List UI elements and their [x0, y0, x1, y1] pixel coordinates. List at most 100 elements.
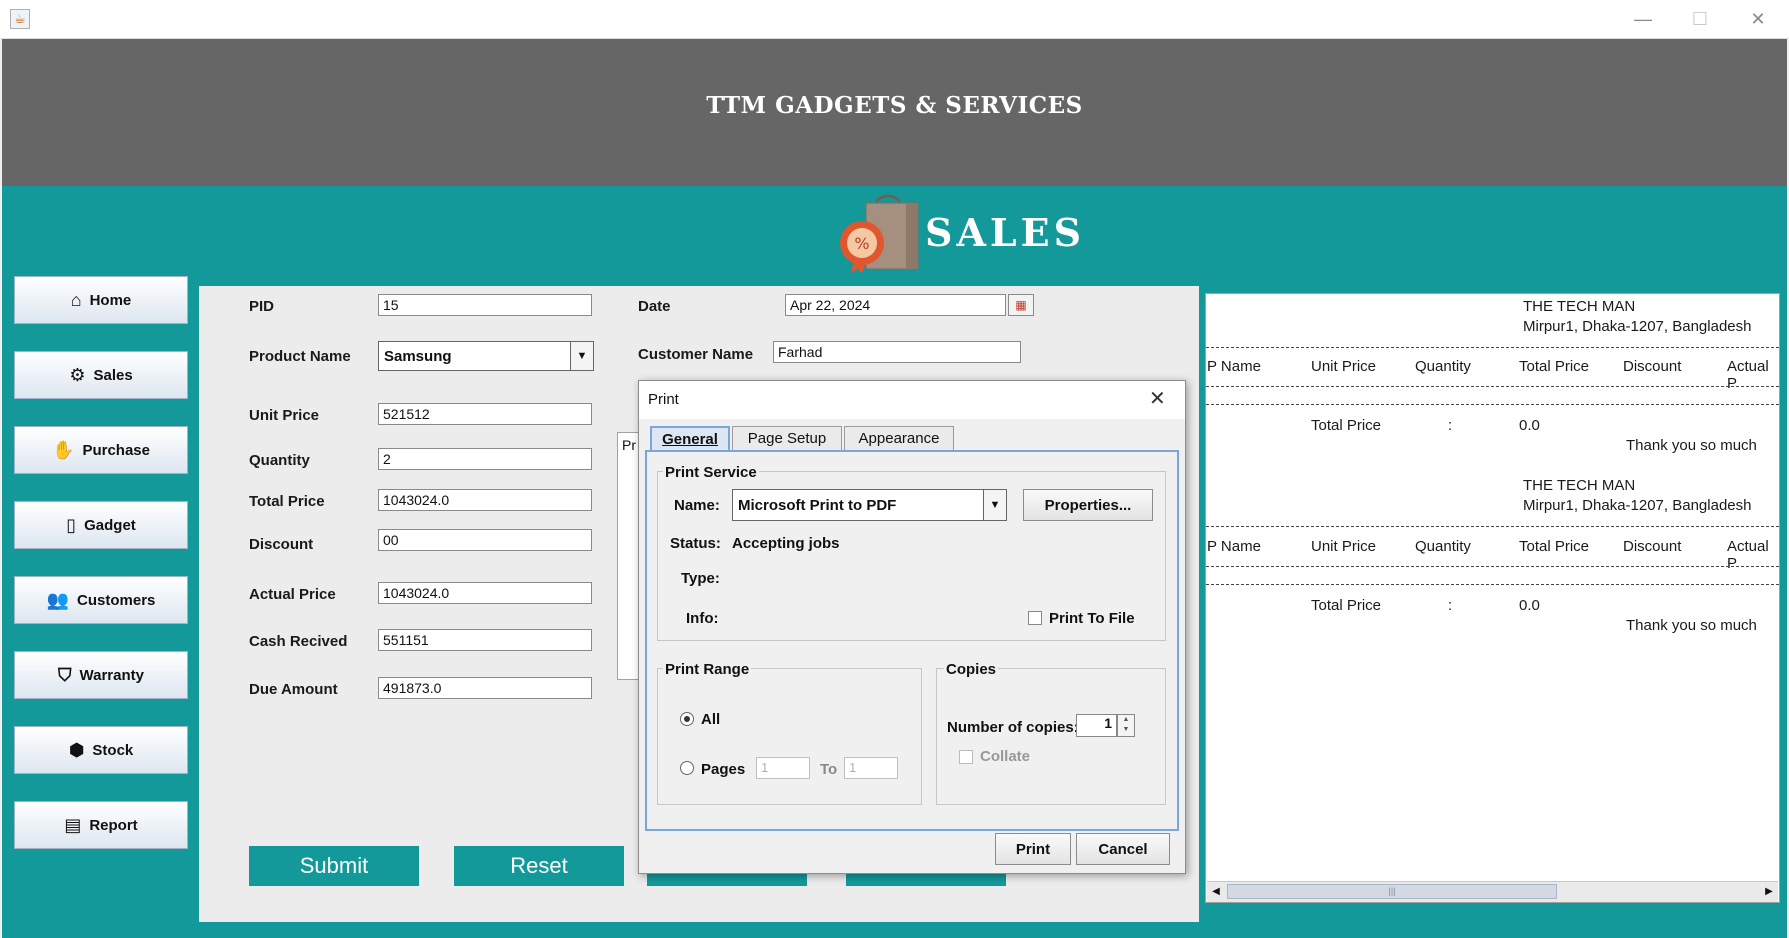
tab-appearance[interactable]: Appearance [844, 426, 954, 450]
page-title: SALES [925, 210, 1086, 255]
date-label: Date [638, 298, 671, 315]
gadget-icon: ▯ [66, 514, 77, 535]
pages-radio[interactable] [680, 761, 694, 775]
sidebar-item-label: Stock [92, 741, 134, 759]
discount-field[interactable]: 00 [378, 529, 592, 551]
warranty-icon: ⛉ [58, 664, 72, 685]
sidebar-item-customers[interactable]: 👥 Customers [14, 576, 188, 624]
product-name-value: Samsung [384, 347, 452, 365]
discount-label: Discount [249, 536, 314, 553]
receipt-col-pname: P Name [1207, 358, 1261, 375]
date-field[interactable]: Apr 22, 2024 [785, 294, 1006, 316]
due-amount-field[interactable]: 491873.0 [378, 677, 592, 699]
chevron-down-icon[interactable]: ▼ [983, 490, 1006, 520]
sidebar-item-purchase[interactable]: ✋ Purchase [14, 426, 188, 474]
customers-icon: 👥 [46, 589, 70, 610]
stock-icon: ⬢ [68, 739, 85, 760]
actual-price-field[interactable]: 1043024.0 [378, 582, 592, 604]
tab-label: Page Setup [747, 430, 827, 447]
divider [1206, 566, 1779, 567]
print-service-title: Print Service [663, 464, 759, 481]
receipt-col-discount: Discount [1623, 358, 1682, 375]
customer-name-field[interactable]: Farhad [773, 341, 1021, 363]
pid-label: PID [249, 298, 275, 315]
tab-label: General [662, 430, 718, 448]
sidebar-item-label: Gadget [84, 516, 136, 534]
pages-label: Pages [701, 761, 746, 778]
divider [1206, 584, 1779, 585]
name-label: Name: [674, 497, 720, 514]
properties-button[interactable]: Properties... [1023, 489, 1153, 521]
pages-to-field[interactable]: 1 [844, 757, 898, 779]
receipt-colon: : [1448, 417, 1453, 434]
receipt-col-pname: P Name [1207, 538, 1261, 555]
all-radio[interactable] [680, 712, 694, 726]
scroll-left-icon[interactable]: ◀ [1207, 882, 1225, 901]
receipt-total-label: Total Price [1311, 417, 1382, 434]
maximize-button[interactable]: ☐ [1677, 6, 1723, 32]
collate-checkbox[interactable] [959, 750, 973, 764]
product-name-label: Product Name [249, 348, 351, 365]
minimize-button[interactable]: — [1620, 6, 1666, 32]
divider [1206, 386, 1779, 387]
dialog-cancel-button[interactable]: Cancel [1076, 833, 1170, 865]
pages-from-field[interactable]: 1 [756, 757, 810, 779]
status-label: Status: [670, 535, 721, 552]
java-app-icon: ☕ [10, 9, 30, 29]
quantity-field[interactable]: 2 [378, 448, 592, 470]
product-name-select[interactable]: Samsung ▼ [378, 341, 594, 371]
receipt-col-unit-price: Unit Price [1311, 358, 1377, 375]
sidebar-item-gadget[interactable]: ▯ Gadget [14, 501, 188, 549]
printer-value: Microsoft Print to PDF [738, 496, 897, 514]
scroll-thumb[interactable]: ||| [1227, 884, 1557, 899]
cash-received-label: Cash Recived [249, 633, 348, 650]
reset-button[interactable]: Reset [454, 846, 624, 886]
copies-spinner[interactable]: 1 [1076, 714, 1117, 737]
receipt-col-discount: Discount [1623, 538, 1682, 555]
divider [1206, 347, 1779, 348]
spinner-arrows-icon[interactable]: ▲ ▼ [1117, 714, 1135, 737]
dialog-print-button[interactable]: Print [995, 833, 1071, 865]
sidebar-item-label: Customers [77, 591, 156, 609]
scroll-right-icon[interactable]: ▶ [1760, 882, 1778, 901]
unit-price-field[interactable]: 521512 [378, 403, 592, 425]
to-label: To [820, 761, 838, 778]
chevron-down-icon[interactable]: ▼ [570, 342, 593, 370]
horizontal-scrollbar[interactable]: ◀ ||| ▶ [1207, 881, 1778, 902]
print-to-file-checkbox[interactable] [1028, 611, 1042, 625]
sidebar-item-label: Report [89, 816, 138, 834]
all-label: All [701, 711, 721, 728]
total-price-field[interactable]: 1043024.0 [378, 489, 592, 511]
tab-page-setup[interactable]: Page Setup [732, 426, 842, 450]
pid-field[interactable]: 15 [378, 294, 592, 316]
sidebar-item-label: Home [89, 291, 132, 309]
dialog-titlebar [639, 381, 1185, 419]
sidebar-item-sales[interactable]: ⚙ Sales [14, 351, 188, 399]
divider [1206, 404, 1779, 405]
receipt-col-total-price: Total Price [1519, 358, 1590, 375]
receipt-address: Mirpur1, Dhaka-1207, Bangladesh [1523, 318, 1752, 335]
brand-title: TTM GADGETS & SERVICES [706, 92, 1083, 119]
receipt-total-value: 0.0 [1519, 417, 1540, 434]
window-titlebar [0, 0, 1789, 39]
unit-price-label: Unit Price [249, 407, 320, 424]
sidebar-item-stock[interactable]: ⬢ Stock [14, 726, 188, 774]
sidebar-item-warranty[interactable]: ⛉ Warranty [14, 651, 188, 699]
home-icon: ⌂ [70, 289, 82, 310]
printer-select[interactable]: Microsoft Print to PDF ▼ [732, 489, 1007, 521]
receipt-col-total-price: Total Price [1519, 538, 1590, 555]
close-icon[interactable]: ✕ [1149, 386, 1166, 411]
submit-button[interactable]: Submit [249, 846, 419, 886]
print-range-group [657, 668, 922, 805]
actual-price-label: Actual Price [249, 586, 336, 603]
tab-general[interactable]: General [650, 426, 730, 450]
sidebar-item-report[interactable]: ▤ Report [14, 801, 188, 849]
receipt-col-quantity: Quantity [1415, 538, 1471, 555]
close-window-button[interactable]: ✕ [1735, 6, 1781, 32]
due-amount-label: Due Amount [249, 681, 338, 698]
report-icon: ▤ [64, 814, 82, 835]
sidebar-item-home[interactable]: ⌂ Home [14, 276, 188, 324]
cash-received-field[interactable]: 551151 [378, 629, 592, 651]
divider [1206, 526, 1779, 527]
calendar-icon[interactable]: ▦ [1008, 294, 1034, 316]
